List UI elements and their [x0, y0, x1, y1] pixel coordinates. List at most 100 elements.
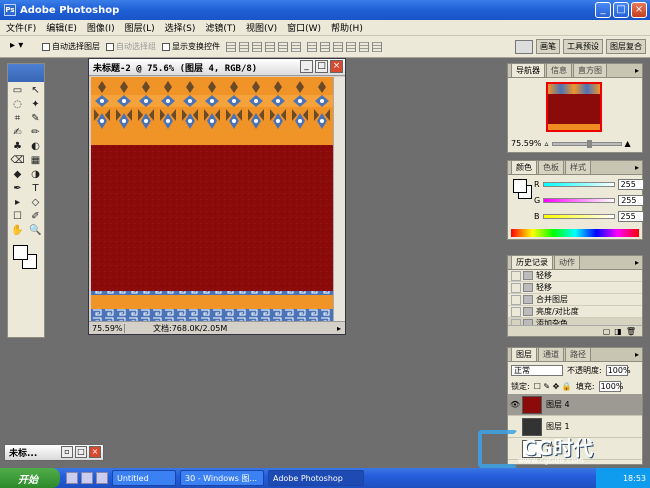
history-item[interactable]: 合并图层 [508, 294, 642, 306]
status-menu-arrow-icon[interactable]: ▸ [333, 324, 345, 333]
distribute-icon[interactable] [372, 41, 382, 52]
distribute-icon[interactable] [333, 41, 343, 52]
vertical-scrollbar[interactable] [333, 77, 345, 322]
distribute-icon[interactable] [346, 41, 356, 52]
blue-slider[interactable] [542, 214, 615, 219]
foreground-color[interactable] [13, 245, 28, 260]
minimized-document[interactable]: 未标... ▫ □ × [4, 444, 104, 461]
menu-view[interactable]: 视图(V) [246, 21, 277, 34]
quicklaunch-icon[interactable] [66, 472, 78, 484]
move-tool-preset-icon[interactable]: ▸ ▾ [10, 40, 36, 54]
menu-help[interactable]: 帮助(H) [331, 21, 363, 34]
toolbox-header-feather-icon[interactable] [8, 64, 44, 82]
tool-icon[interactable]: T [27, 182, 44, 195]
distribute-icon[interactable] [320, 41, 330, 52]
red-slider[interactable] [542, 182, 615, 187]
tab-channels[interactable]: 通道 [538, 347, 564, 361]
zoom-level[interactable]: 75.59% [89, 323, 125, 333]
tab-styles[interactable]: 样式 [565, 160, 591, 174]
tool-icon[interactable]: ◑ [27, 168, 44, 181]
close-button[interactable]: × [631, 2, 647, 18]
history-item[interactable]: 亮度/对比度 [508, 306, 642, 318]
quicklaunch-icon[interactable] [96, 472, 108, 484]
align-icon[interactable] [252, 41, 262, 52]
tab-paths[interactable]: 路径 [565, 347, 591, 361]
tab-navigator[interactable]: 导航器 [511, 63, 545, 77]
menu-select[interactable]: 选择(S) [165, 21, 196, 34]
tool-icon[interactable]: ◆ [9, 168, 26, 181]
blend-mode-select[interactable]: 正常 [511, 364, 563, 376]
zoom-out-icon[interactable]: ▵ [545, 139, 549, 148]
color-spectrum[interactable] [511, 229, 639, 237]
tab-brushes[interactable]: 画笔 [536, 39, 560, 54]
align-icon[interactable] [226, 41, 236, 52]
tab-color[interactable]: 颜色 [511, 160, 537, 174]
image-canvas[interactable] [91, 77, 333, 322]
align-icon[interactable] [239, 41, 249, 52]
tab-actions[interactable]: 动作 [554, 255, 580, 269]
tool-icon[interactable]: ✒ [9, 182, 26, 195]
tool-icon[interactable]: ✎ [27, 112, 44, 125]
tab-swatches[interactable]: 色板 [538, 160, 564, 174]
doc-close-button[interactable]: × [330, 60, 343, 73]
navigator-zoom[interactable]: 75.59% [511, 139, 542, 148]
green-value-input[interactable]: 255 [618, 195, 645, 206]
history-item[interactable]: 轻移 [508, 282, 642, 294]
file-browser-icon[interactable] [515, 39, 533, 54]
tab-histogram[interactable]: 直方图 [573, 63, 607, 77]
panel-menu-icon[interactable]: ▸ [635, 66, 639, 75]
menu-window[interactable]: 窗口(W) [287, 21, 321, 34]
auto-select-group-checkbox[interactable]: 自动选择组 [106, 41, 156, 52]
tool-icon[interactable]: ✋ [9, 224, 26, 237]
menu-file[interactable]: 文件(F) [6, 21, 36, 34]
align-icon[interactable] [278, 41, 288, 52]
close-button[interactable]: × [89, 446, 101, 458]
distribute-buttons[interactable] [307, 41, 382, 52]
document-title-bar[interactable]: 未标题-2 @ 75.6% (图层 4, RGB/8) _ □ × [89, 59, 345, 76]
tool-icon[interactable]: ▦ [27, 154, 44, 167]
taskbar-item-untitled[interactable]: Untitled [112, 470, 176, 486]
tool-icon[interactable]: ☐ [9, 210, 26, 223]
fill-input[interactable]: 100% [598, 380, 623, 392]
auto-select-layer-checkbox[interactable]: 自动选择图层 [42, 41, 100, 52]
new-document-icon[interactable]: ▢ [603, 327, 611, 336]
show-transform-checkbox[interactable]: 显示变换控件 [162, 41, 220, 52]
tool-icon[interactable]: ◐ [27, 140, 44, 153]
menu-filter[interactable]: 滤镜(T) [205, 21, 236, 34]
restore-button[interactable]: ▫ [61, 446, 73, 458]
distribute-icon[interactable] [307, 41, 317, 52]
taskbar-item-windows-viewer[interactable]: 30 - Windows 图... [180, 470, 264, 486]
panel-menu-icon[interactable]: ▸ [635, 258, 639, 267]
tool-icon[interactable]: ↖ [27, 84, 44, 97]
eye-icon[interactable]: 👁 [508, 400, 522, 409]
menu-layer[interactable]: 图层(L) [125, 21, 155, 34]
quicklaunch-icon[interactable] [81, 472, 93, 484]
tool-icon[interactable]: ♣ [9, 140, 26, 153]
panel-menu-icon[interactable]: ▸ [635, 350, 639, 359]
start-button[interactable]: 开始 [0, 468, 60, 488]
red-value-input[interactable]: 255 [617, 179, 644, 190]
tab-tool-presets[interactable]: 工具预设 [563, 39, 603, 54]
doc-minimize-button[interactable]: _ [300, 60, 313, 73]
align-icon[interactable] [291, 41, 301, 52]
zoom-slider[interactable] [551, 139, 622, 148]
tab-history[interactable]: 历史记录 [511, 255, 553, 269]
tool-icon[interactable]: 🔍 [27, 224, 44, 237]
menu-edit[interactable]: 编辑(E) [46, 21, 77, 34]
zoom-in-icon[interactable]: ▲ [625, 139, 631, 148]
navigator-thumbnail[interactable] [546, 82, 602, 132]
maximize-button[interactable]: □ [75, 446, 87, 458]
align-buttons[interactable] [226, 41, 301, 52]
tool-icon[interactable]: ▭ [9, 84, 26, 97]
tool-icon[interactable]: ◇ [27, 196, 44, 209]
tool-icon[interactable]: ✍ [9, 126, 26, 139]
maximize-button[interactable]: □ [613, 2, 629, 18]
tab-info[interactable]: 信息 [546, 63, 572, 77]
green-slider[interactable] [543, 198, 616, 203]
trash-icon[interactable]: 🗑 [626, 327, 636, 336]
taskbar-item-photoshop[interactable]: Adobe Photoshop [268, 470, 364, 486]
tool-icon[interactable]: ⌫ [9, 154, 26, 167]
opacity-input[interactable]: 100% [605, 364, 631, 376]
tab-layers[interactable]: 图层 [511, 347, 537, 361]
lock-icons[interactable]: ☐ ✎ ✥ 🔒 [534, 382, 572, 391]
